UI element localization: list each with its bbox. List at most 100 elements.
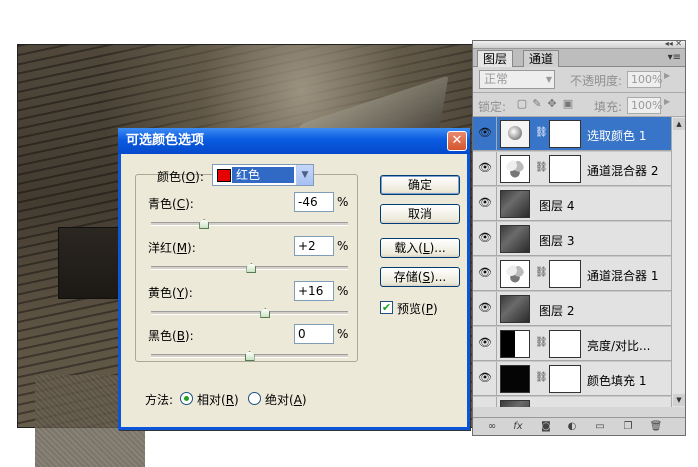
- visibility-toggle[interactable]: 👁: [473, 327, 497, 361]
- eye-icon: 👁: [478, 196, 492, 209]
- layer-thumbnail[interactable]: [500, 330, 530, 358]
- method-label: 方法:: [145, 393, 174, 407]
- eye-icon: 👁: [478, 126, 492, 139]
- eye-icon: 👁: [478, 336, 492, 349]
- slider-value-input[interactable]: 0: [294, 324, 334, 344]
- slider-value-input[interactable]: +2: [294, 236, 334, 256]
- visibility-toggle[interactable]: 👁: [473, 362, 497, 396]
- layer-name: 亮度/对比...: [587, 339, 651, 353]
- slider-track[interactable]: [151, 308, 348, 318]
- selective-color-dialog: 可选颜色选项 ✕ 颜色(O): 红色 ▼ 确定 取消 载入(L)... 存储(S…: [118, 128, 470, 430]
- collapse-icon[interactable]: ◂◂ ✕: [665, 39, 682, 48]
- trash-icon[interactable]: 🗑: [649, 420, 663, 433]
- tab-channels[interactable]: 通道: [523, 50, 560, 67]
- opacity-arrow-icon[interactable]: ▶: [664, 71, 670, 80]
- preview-checkbox[interactable]: ✔: [380, 301, 393, 314]
- color-select[interactable]: 红色 ▼: [212, 164, 314, 186]
- color-select-value: 红色: [232, 167, 294, 183]
- folder-icon[interactable]: ▭: [593, 420, 607, 433]
- panel-grip[interactable]: ◂◂ ✕: [473, 39, 685, 49]
- slider-track[interactable]: [151, 263, 348, 273]
- load-button[interactable]: 载入(L)...: [380, 238, 460, 258]
- lock-paint-icon[interactable]: ✎: [531, 98, 543, 110]
- preview-label: 预览(P): [397, 302, 438, 316]
- link-icon[interactable]: ∞: [485, 420, 499, 433]
- layer-mask-thumbnail[interactable]: [549, 155, 581, 183]
- save-button[interactable]: 存储(S)...: [380, 267, 460, 287]
- layers-scrollbar[interactable]: ▲ ▼: [671, 117, 685, 407]
- fill-label: 填充:: [594, 100, 623, 114]
- visibility-toggle[interactable]: 👁: [473, 292, 497, 326]
- tab-layers[interactable]: 图层: [477, 50, 514, 67]
- visibility-toggle[interactable]: 👁: [473, 222, 497, 256]
- layer-row[interactable]: 👁 图层 2: [473, 292, 671, 326]
- dialog-titlebar[interactable]: 可选颜色选项 ✕: [118, 128, 470, 154]
- layer-row[interactable]: 👁 图层 3: [473, 222, 671, 256]
- chain-link-icon[interactable]: ⛓: [535, 162, 548, 173]
- scroll-down-icon[interactable]: ▼: [673, 394, 685, 406]
- panel-menu-icon[interactable]: ▾≡: [668, 52, 681, 63]
- mask-icon[interactable]: ◙: [539, 420, 553, 433]
- visibility-toggle[interactable]: 👁: [473, 257, 497, 291]
- visibility-toggle[interactable]: 👁: [473, 117, 497, 151]
- layer-thumbnail[interactable]: [500, 400, 530, 407]
- lock-move-icon[interactable]: ✥: [546, 98, 558, 110]
- fill-arrow-icon[interactable]: ▶: [664, 97, 670, 106]
- lock-label: 锁定:: [478, 100, 507, 114]
- lock-all-icon[interactable]: ▣: [562, 98, 574, 110]
- layer-thumbnail[interactable]: [500, 295, 530, 323]
- layer-thumbnail[interactable]: [500, 190, 530, 218]
- dialog-title: 可选颜色选项: [126, 133, 205, 148]
- method-absolute-radio[interactable]: [248, 392, 261, 405]
- opacity-input[interactable]: 100%: [627, 71, 662, 88]
- layer-row[interactable]: 👁 ⛓ 颜色填充 1: [473, 362, 671, 396]
- chain-link-icon[interactable]: ⛓: [535, 127, 548, 138]
- layer-row[interactable]: 👁 ⛓ 亮度/对比...: [473, 327, 671, 361]
- slider-label: 洋红(M):: [148, 241, 196, 255]
- layer-row[interactable]: 👁 ⛓ 选取颜色 1: [473, 117, 671, 151]
- scroll-up-icon[interactable]: ▲: [673, 118, 685, 130]
- ok-button[interactable]: 确定: [380, 175, 460, 195]
- slider-track[interactable]: [151, 351, 348, 361]
- slider-value-input[interactable]: +16: [294, 281, 334, 301]
- layer-thumbnail[interactable]: [500, 120, 530, 148]
- chain-link-icon[interactable]: ⛓: [535, 372, 548, 383]
- chain-link-icon[interactable]: ⛓: [535, 337, 548, 348]
- blend-mode-select[interactable]: 正常 ▼: [479, 70, 555, 89]
- visibility-toggle[interactable]: 👁: [473, 187, 497, 221]
- layer-row[interactable]: 👁 ⛓ 通道混合器 2: [473, 152, 671, 186]
- method-absolute-label: 绝对(A): [265, 393, 307, 407]
- slider-value-input[interactable]: -46: [294, 192, 334, 212]
- lock-row: 锁定: ▢ ✎ ✥ ▣ 填充: 100% ▶: [473, 93, 685, 117]
- new-layer-icon[interactable]: ❐: [621, 420, 635, 433]
- layer-mask-thumbnail[interactable]: [549, 120, 581, 148]
- visibility-toggle[interactable]: 👁: [473, 397, 497, 407]
- layer-row[interactable]: 👁 ⛓ 通道混合器 1: [473, 257, 671, 291]
- close-button[interactable]: ✕: [447, 131, 467, 151]
- fill-input[interactable]: 100%: [627, 97, 662, 114]
- method-relative-radio[interactable]: [180, 392, 193, 405]
- visibility-toggle[interactable]: 👁: [473, 152, 497, 186]
- percent-unit: %: [337, 239, 349, 253]
- layer-name: 通道混合器 2: [587, 164, 659, 178]
- check-icon: ✔: [381, 301, 392, 314]
- lock-transparency-icon[interactable]: ▢: [516, 98, 528, 110]
- layer-thumbnail[interactable]: [500, 225, 530, 253]
- slider-track[interactable]: [151, 219, 348, 229]
- layer-mask-thumbnail[interactable]: [549, 260, 581, 288]
- chevron-down-icon[interactable]: ▼: [296, 165, 313, 185]
- chain-link-icon[interactable]: ⛓: [535, 267, 548, 278]
- eye-icon: 👁: [478, 231, 492, 244]
- panel-tabbar: 图层 通道 ▾≡: [473, 49, 685, 67]
- layer-thumbnail[interactable]: [500, 365, 530, 393]
- adjustment-icon[interactable]: ◐: [565, 420, 579, 433]
- eye-icon: 👁: [478, 301, 492, 314]
- layer-mask-thumbnail[interactable]: [549, 330, 581, 358]
- layer-mask-thumbnail[interactable]: [549, 365, 581, 393]
- layer-thumbnail[interactable]: [500, 260, 530, 288]
- layer-thumbnail[interactable]: [500, 155, 530, 183]
- layer-row[interactable]: 👁 图层 4: [473, 187, 671, 221]
- cancel-button[interactable]: 取消: [380, 204, 460, 224]
- layer-row[interactable]: 👁图层 1: [473, 397, 671, 407]
- fx-icon[interactable]: fx: [511, 420, 525, 433]
